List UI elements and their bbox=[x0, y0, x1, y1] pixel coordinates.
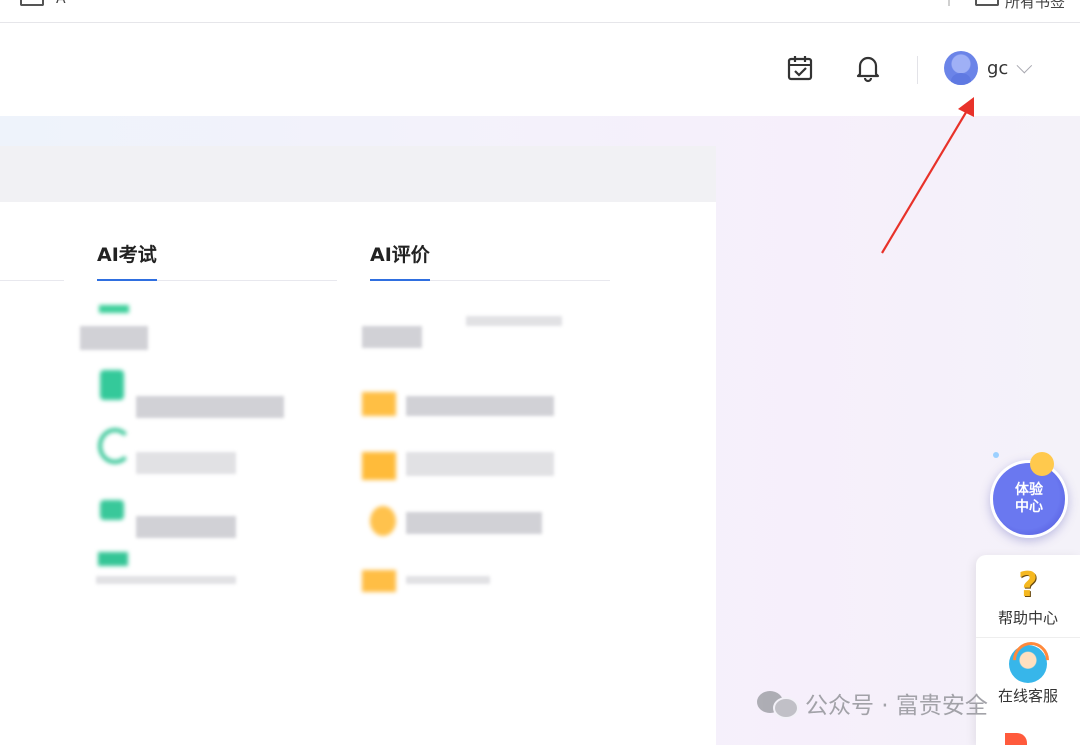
column-accent-bar bbox=[97, 279, 157, 281]
online-service-button[interactable]: 在线客服 bbox=[976, 645, 1080, 725]
tab-title-fragment: A bbox=[56, 0, 66, 7]
folder-icon[interactable] bbox=[975, 0, 999, 6]
user-name[interactable]: gc bbox=[987, 58, 1008, 79]
experience-label-line1: 体验 bbox=[1015, 482, 1043, 498]
watermark-text: 公众号 · 富贵安全 bbox=[805, 693, 988, 719]
bell-icon[interactable] bbox=[854, 53, 882, 83]
annotation-arrow bbox=[881, 97, 974, 254]
menu-card bbox=[0, 202, 716, 745]
column-title-ai-exam: AI考试 bbox=[97, 244, 157, 266]
decorative-dot bbox=[993, 452, 999, 458]
list-item[interactable] bbox=[406, 396, 554, 416]
list-item-icon bbox=[100, 500, 124, 520]
partial-icon[interactable] bbox=[1005, 733, 1027, 745]
list-item-icon bbox=[99, 305, 129, 313]
list-item[interactable] bbox=[136, 452, 236, 474]
browser-toolbar: A 所有书签 bbox=[0, 0, 1080, 23]
list-item[interactable] bbox=[80, 326, 148, 350]
column-title-ai-evaluation: AI评价 bbox=[370, 244, 430, 266]
list-item-icon bbox=[100, 370, 124, 400]
bookmarks-label[interactable]: 所有书签 bbox=[1005, 0, 1065, 12]
list-item[interactable] bbox=[466, 316, 562, 326]
list-item[interactable] bbox=[136, 516, 236, 538]
watermark: 公众号 · 富贵安全 bbox=[757, 686, 988, 720]
column-accent-bar bbox=[370, 279, 430, 281]
customer-service-icon bbox=[1009, 645, 1047, 683]
column-underline bbox=[0, 280, 64, 281]
avatar[interactable] bbox=[944, 51, 978, 85]
list-item[interactable] bbox=[96, 576, 236, 584]
list-item-icon bbox=[98, 428, 132, 464]
list-item[interactable] bbox=[362, 326, 422, 348]
list-item-icon bbox=[98, 552, 128, 566]
online-service-label: 在线客服 bbox=[997, 687, 1058, 705]
help-center-label: 帮助中心 bbox=[997, 609, 1058, 627]
list-item-icon bbox=[362, 570, 396, 592]
wechat-icon bbox=[757, 689, 799, 719]
question-mark-icon: ? bbox=[1018, 565, 1038, 605]
list-item-icon bbox=[362, 392, 396, 416]
list-item[interactable] bbox=[406, 512, 542, 534]
chevron-down-icon[interactable] bbox=[1016, 57, 1033, 73]
toolbar-separator bbox=[948, 0, 950, 6]
user-menu[interactable]: gc bbox=[944, 50, 1033, 86]
experience-center-button[interactable]: 体验 中心 bbox=[990, 460, 1068, 538]
calendar-icon[interactable] bbox=[786, 54, 814, 82]
help-center-button[interactable]: ? 帮助中心 bbox=[976, 565, 1080, 645]
decorative-dot bbox=[1030, 452, 1054, 476]
experience-label-line2: 中心 bbox=[1015, 499, 1043, 515]
header-divider bbox=[917, 56, 918, 84]
list-item[interactable] bbox=[406, 576, 490, 584]
side-divider bbox=[976, 637, 1080, 638]
list-item[interactable] bbox=[136, 396, 284, 418]
floating-support-panel: ? 帮助中心 在线客服 bbox=[976, 555, 1080, 745]
list-item[interactable] bbox=[406, 452, 554, 476]
list-item-icon bbox=[370, 506, 396, 536]
list-item-icon bbox=[362, 452, 396, 480]
document-icon[interactable] bbox=[20, 0, 44, 6]
